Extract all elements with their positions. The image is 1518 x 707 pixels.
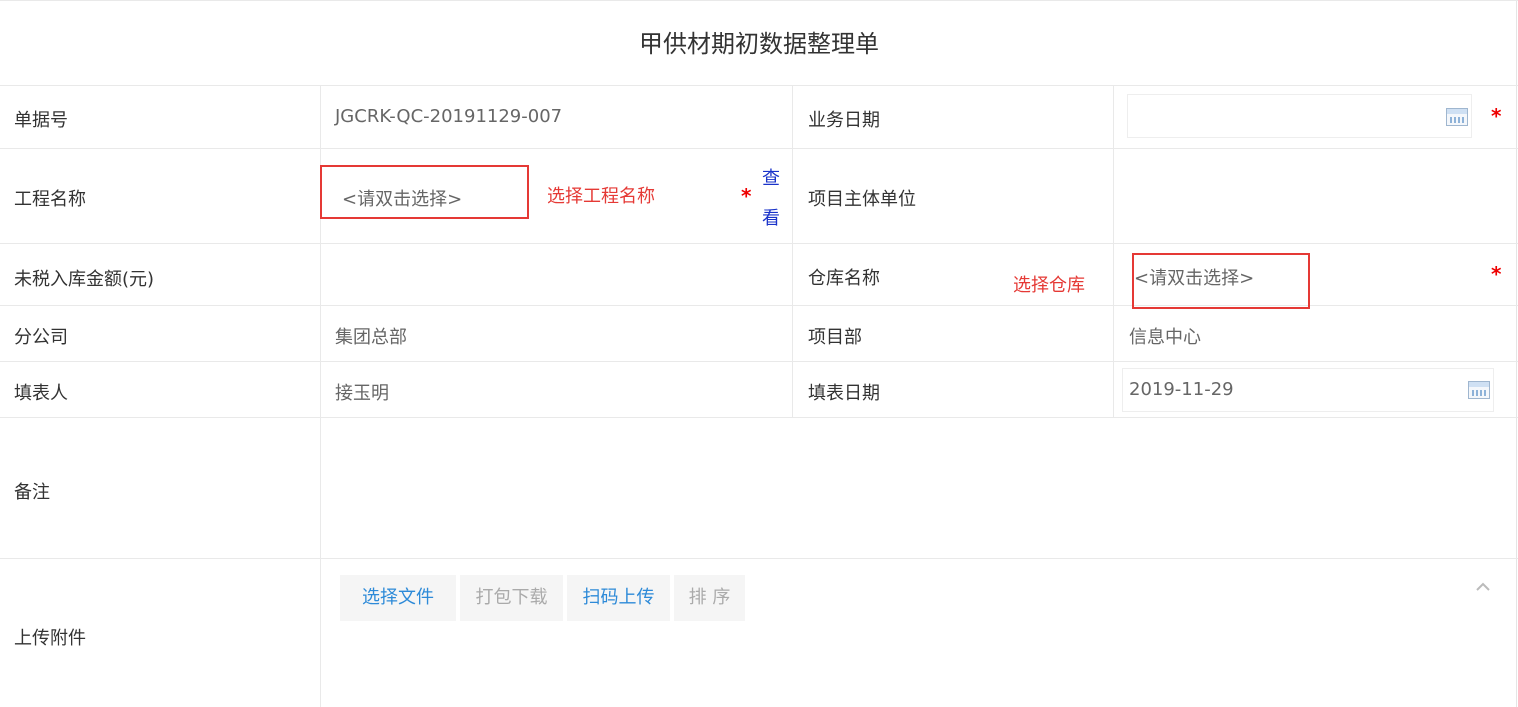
calendar-icon[interactable] <box>1446 108 1468 126</box>
branch-label: 分公司 <box>14 327 68 348</box>
pack-download-button[interactable]: 打包下载 <box>460 575 563 621</box>
attachment-label: 上传附件 <box>14 628 86 649</box>
required-mark: * <box>1491 262 1502 286</box>
chevron-up-icon[interactable] <box>1476 580 1490 594</box>
calendar-icon[interactable] <box>1468 381 1490 399</box>
project-owner-label: 项目主体单位 <box>808 189 916 210</box>
required-mark: * <box>1491 104 1502 128</box>
warehouse-annotation: 选择仓库 <box>1013 275 1085 296</box>
remark-label: 备注 <box>14 482 50 503</box>
branch-value: 集团总部 <box>335 327 407 348</box>
project-name-label: 工程名称 <box>14 189 86 210</box>
row-divider <box>0 243 1518 244</box>
row-divider <box>0 558 1518 559</box>
project-name-input[interactable]: <请双击选择> <box>342 185 462 211</box>
select-file-button[interactable]: 选择文件 <box>340 575 456 621</box>
row-divider <box>0 148 1518 149</box>
doc-no-label: 单据号 <box>14 110 68 131</box>
col-divider <box>792 86 793 417</box>
row-divider <box>0 361 1518 362</box>
biz-date-label: 业务日期 <box>808 110 880 131</box>
required-mark: * <box>741 184 752 208</box>
view-link[interactable]: 查 <box>762 164 780 190</box>
filler-label: 填表人 <box>14 383 68 404</box>
biz-date-input[interactable] <box>1127 94 1472 138</box>
doc-no-value: JGCRK-QC-20191129-007 <box>335 106 563 127</box>
warehouse-label: 仓库名称 <box>808 268 880 289</box>
filler-value: 接玉明 <box>335 383 389 404</box>
form-title: 甲供材期初数据整理单 <box>0 0 1518 86</box>
scan-upload-button[interactable]: 扫码上传 <box>567 575 670 621</box>
project-name-annotation: 选择工程名称 <box>547 186 655 207</box>
fill-date-value: 2019-11-29 <box>1129 379 1234 400</box>
col-divider <box>1113 86 1114 417</box>
fill-date-label: 填表日期 <box>808 383 880 404</box>
remark-textarea[interactable] <box>321 418 1517 558</box>
warehouse-input[interactable]: <请双击选择> <box>1134 264 1254 290</box>
sort-button[interactable]: 排 序 <box>674 575 745 621</box>
untaxed-amount-label: 未税入库金额(元) <box>14 269 155 290</box>
view-link[interactable]: 看 <box>762 204 780 230</box>
dept-label: 项目部 <box>808 327 862 348</box>
dept-value: 信息中心 <box>1129 327 1201 348</box>
